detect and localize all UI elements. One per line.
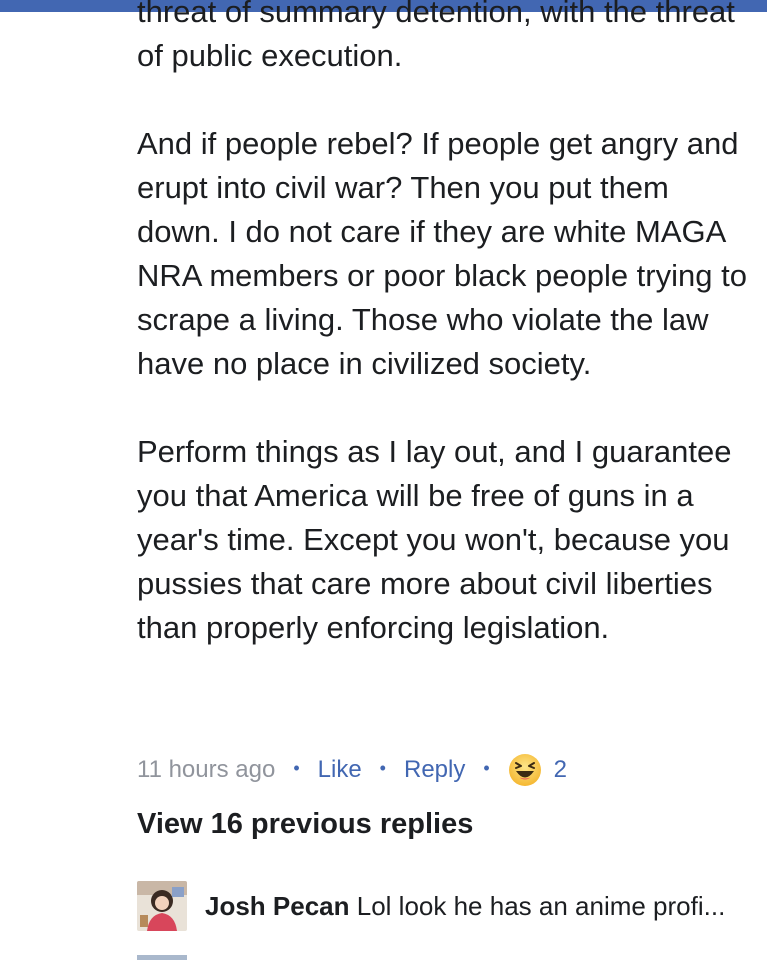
haha-emoji-icon [508,754,541,786]
reactions-summary[interactable]: 2 [508,753,567,787]
separator-dot: • [483,757,490,778]
comment-paragraph: Perform things as I lay out, and I guara… [137,434,732,645]
reply-preview[interactable]: Josh Pecan Lol look he has an anime prof… [137,878,757,934]
reply-button[interactable]: Reply [404,756,465,784]
comment-paragraph: And if people rebel? If people get angry… [137,126,747,381]
view-previous-replies-link[interactable]: View 16 previous replies [137,808,473,841]
reply-preview-text: Josh Pecan Lol look he has an anime prof… [205,891,725,922]
comment-paragraph: threat of summary detention, with the th… [137,0,735,73]
reaction-count: 2 [553,756,568,783]
separator-dot: • [293,757,300,778]
comment-timestamp[interactable]: 11 hours ago [137,756,275,784]
next-reply-avatar-partial [137,955,187,960]
comment-body: threat of summary detention, with the th… [137,0,747,650]
comment-actions-row: 11 hours ago • Like • Reply • 2 [137,750,567,790]
separator-dot: • [379,757,386,778]
avatar[interactable] [137,881,187,931]
reply-snippet: Lol look he has an anime profi... [356,890,726,921]
like-button[interactable]: Like [318,756,362,784]
reply-author-name[interactable]: Josh Pecan [205,891,350,921]
